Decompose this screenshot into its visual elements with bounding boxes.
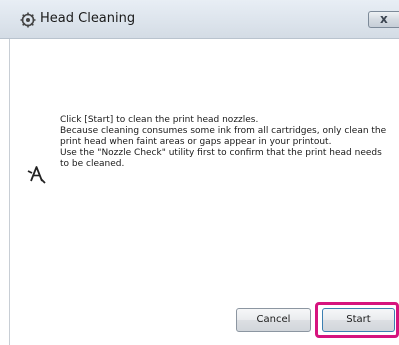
close-icon: x [380, 12, 388, 26]
close-button[interactable]: x [368, 11, 399, 28]
instruction-text: Click [Start] to clean the print head no… [60, 115, 390, 170]
dialog-content [10, 39, 399, 345]
print-head-cursor-icon [27, 166, 46, 184]
title-bar[interactable]: Head Cleaning x [0, 0, 399, 39]
instruction-line: to be cleaned. [60, 159, 125, 169]
printer-gear-icon [20, 12, 36, 28]
window-title: Head Cleaning [40, 11, 136, 26]
head-cleaning-window: Head Cleaning x Click [Start] to clean t… [0, 0, 399, 345]
instruction-line: print head when faint areas or gaps appe… [60, 137, 332, 147]
cancel-button[interactable]: Cancel [236, 308, 311, 332]
instruction-line: Click [Start] to clean the print head no… [60, 115, 259, 125]
start-button[interactable]: Start [322, 308, 395, 332]
instruction-line: Because cleaning consumes some ink from … [60, 126, 387, 136]
instruction-line: Use the "Nozzle Check" utility first to … [60, 148, 382, 158]
